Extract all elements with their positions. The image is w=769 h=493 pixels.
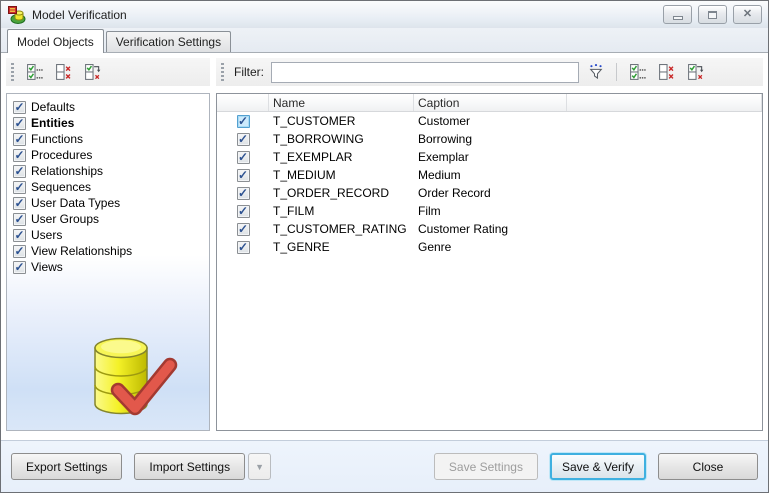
save-settings-button: Save Settings <box>433 453 538 480</box>
filter-label: Filter: <box>234 65 264 79</box>
checkbox-checked-icon[interactable]: ✓ <box>236 168 250 182</box>
uncheck-all-icon <box>55 63 70 80</box>
checkbox-checked-icon[interactable]: ✓ <box>236 114 250 128</box>
minimize-icon <box>672 15 683 20</box>
table-row[interactable]: ✓ T_BORROWING Borrowing <box>217 130 762 148</box>
list-item-defaults[interactable]: ✓ Defaults <box>13 99 209 115</box>
maximize-icon <box>708 10 717 19</box>
checkbox-checked-icon[interactable]: ✓ <box>236 222 250 236</box>
toolbar-grip[interactable] <box>11 63 14 81</box>
table-row[interactable]: ✓ T_FILM Film <box>217 202 762 220</box>
checkbox-checked-icon[interactable]: ✓ <box>13 100 26 114</box>
close-window-button[interactable]: ✕ <box>733 5 762 24</box>
check-all-icon <box>629 63 646 80</box>
check-all-rows-button[interactable] <box>625 60 649 84</box>
titlebar[interactable]: Model Verification ✕ <box>1 1 768 28</box>
checkbox-checked-icon[interactable]: ✓ <box>13 260 26 274</box>
tab-verification-settings[interactable]: Verification Settings <box>105 31 232 52</box>
checkbox-checked-icon[interactable]: ✓ <box>13 228 26 242</box>
table-row[interactable]: ✓ T_GENRE Genre <box>217 238 762 256</box>
table-toolbar: Filter: <box>216 58 763 86</box>
check-all-icon <box>26 63 43 80</box>
table-row[interactable]: ✓ T_ORDER_RECORD Order Record <box>217 184 762 202</box>
uncheck-all-types-button[interactable] <box>51 60 75 84</box>
column-header-name[interactable]: Name <box>269 94 414 111</box>
list-item-view-relationships[interactable]: ✓ View Relationships <box>13 243 209 259</box>
list-item-views[interactable]: ✓ Views <box>13 259 209 275</box>
window-controls: ✕ <box>663 5 762 24</box>
checkbox-checked-icon[interactable]: ✓ <box>236 186 250 200</box>
toolbars: Filter: <box>6 58 763 86</box>
toolbar-separator <box>616 63 617 81</box>
checkbox-checked-icon[interactable]: ✓ <box>236 150 250 164</box>
export-settings-button[interactable]: Export Settings <box>11 453 123 480</box>
toolbar-grip[interactable] <box>221 63 224 81</box>
invert-rows-check-button[interactable] <box>683 60 707 84</box>
invert-types-check-button[interactable] <box>80 60 104 84</box>
list-item-user-groups[interactable]: ✓ User Groups <box>13 211 209 227</box>
window-title: Model Verification <box>32 7 127 22</box>
model-verification-dialog: Model Verification ✕ Model Objects Verif… <box>0 0 769 493</box>
table-row[interactable]: ✓ T_MEDIUM Medium <box>217 166 762 184</box>
entities-table: Name Caption ✓ T_CUSTOMER Customer ✓ T_B… <box>216 93 763 431</box>
table-header-row: Name Caption <box>217 94 762 112</box>
filter-input[interactable] <box>271 61 579 83</box>
list-item-procedures[interactable]: ✓ Procedures <box>13 147 209 163</box>
apply-filter-button[interactable] <box>584 60 608 84</box>
list-item-user-data-types[interactable]: ✓ User Data Types <box>13 195 209 211</box>
import-settings-dropdown-button: ▼ <box>248 453 272 480</box>
footer-bar: Export Settings Import Settings ▼ Save S… <box>1 440 768 492</box>
checkbox-checked-icon[interactable]: ✓ <box>236 132 250 146</box>
model-verification-app-icon <box>8 5 26 24</box>
uncheck-all-icon <box>658 63 673 80</box>
table-row[interactable]: ✓ T_CUSTOMER_RATING Customer Rating <box>217 220 762 238</box>
object-types-toolbar <box>6 58 210 86</box>
checkbox-checked-icon[interactable]: ✓ <box>236 240 250 254</box>
filter-funnel-icon <box>589 64 603 80</box>
object-type-list: ✓ Defaults ✓ Entities ✓ Functions ✓ Procedur… <box>7 94 209 275</box>
checkbox-checked-icon[interactable]: ✓ <box>13 244 26 258</box>
import-settings-button[interactable]: Import Settings <box>134 453 246 480</box>
chevron-down-icon: ▼ <box>255 461 265 472</box>
checkbox-checked-icon[interactable]: ✓ <box>13 196 26 210</box>
close-button[interactable]: Close <box>658 453 758 480</box>
tab-model-objects[interactable]: Model Objects <box>7 29 104 53</box>
tabstrip: Model Objects Verification Settings <box>1 28 768 53</box>
uncheck-all-rows-button[interactable] <box>654 60 678 84</box>
column-header-empty <box>567 94 762 111</box>
maximize-button[interactable] <box>698 5 727 24</box>
list-item-functions[interactable]: ✓ Functions <box>13 131 209 147</box>
save-and-verify-button[interactable]: Save & Verify <box>549 453 646 480</box>
checkbox-checked-icon[interactable]: ✓ <box>236 204 250 218</box>
checkbox-checked-icon[interactable]: ✓ <box>13 180 26 194</box>
column-header-checkbox[interactable] <box>217 94 269 111</box>
checkbox-checked-icon[interactable]: ✓ <box>13 148 26 162</box>
checkbox-checked-icon[interactable]: ✓ <box>13 164 26 178</box>
model-objects-page: Filter: ✓ Defaults ✓ Entities ✓ Function… <box>1 52 768 440</box>
check-all-types-button[interactable] <box>22 60 46 84</box>
object-types-panel: ✓ Defaults ✓ Entities ✓ Functions ✓ Procedur… <box>6 93 210 431</box>
list-item-sequences[interactable]: ✓ Sequences <box>13 179 209 195</box>
list-item-relationships[interactable]: ✓ Relationships <box>13 163 209 179</box>
table-row[interactable]: ✓ T_CUSTOMER Customer <box>217 112 762 130</box>
list-item-entities[interactable]: ✓ Entities <box>13 115 209 131</box>
checkbox-checked-icon[interactable]: ✓ <box>13 132 26 146</box>
column-header-caption[interactable]: Caption <box>414 94 567 111</box>
invert-checks-icon <box>687 63 703 80</box>
checkbox-checked-icon[interactable]: ✓ <box>13 212 26 226</box>
checkbox-checked-icon[interactable]: ✓ <box>13 116 26 130</box>
table-row[interactable]: ✓ T_EXEMPLAR Exemplar <box>217 148 762 166</box>
invert-checks-icon <box>84 63 100 80</box>
panels: ✓ Defaults ✓ Entities ✓ Functions ✓ Procedur… <box>6 93 763 431</box>
database-verify-icon <box>79 333 183 428</box>
close-icon: ✕ <box>742 8 753 20</box>
minimize-button[interactable] <box>663 5 692 24</box>
list-item-users[interactable]: ✓ Users <box>13 227 209 243</box>
